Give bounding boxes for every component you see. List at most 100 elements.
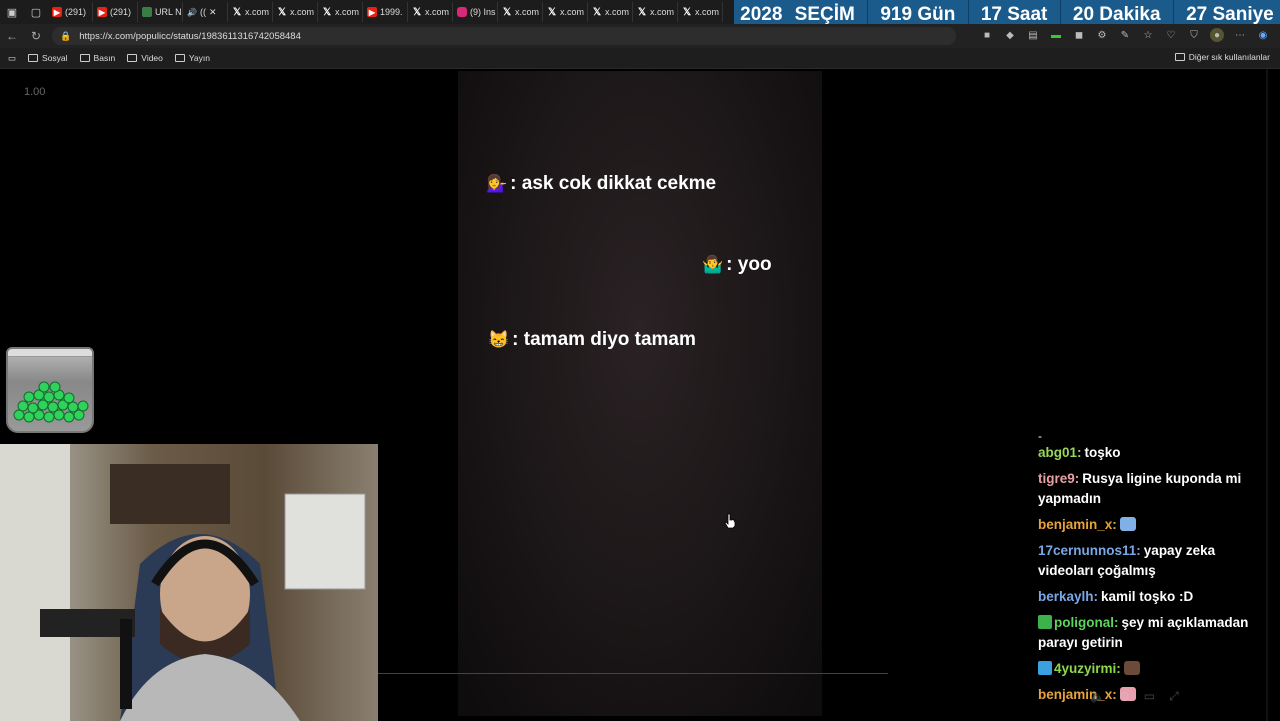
browser-tab[interactable]: 𝕏x.com	[678, 2, 723, 22]
chat-message: abg01: toşko	[1038, 445, 1121, 460]
folder-icon	[1174, 53, 1185, 61]
browser-tab[interactable]: 𝕏x.com	[543, 2, 588, 22]
bookmark-folder[interactable]: Sosyal	[28, 53, 68, 63]
browser-tab[interactable]: 𝕏x.com	[498, 2, 543, 22]
extension-icon[interactable]: ◼	[1072, 28, 1086, 42]
close-tab-icon[interactable]: ✕	[209, 7, 217, 18]
chat-username[interactable]: 17cernunnos11:	[1038, 543, 1141, 558]
workspaces-icon[interactable]: ▣	[0, 0, 24, 24]
banner-seconds: 27 Saniye	[1186, 3, 1274, 25]
browser-tab[interactable]: ▶ (291)	[93, 2, 138, 22]
browser-tab[interactable]: URL N	[138, 2, 183, 22]
banner-days: 919 Gün	[880, 3, 956, 25]
extension-icon[interactable]: ✎	[1118, 28, 1132, 42]
chat-message: tigre9: Rusya ligine kuponda mi yapmadın	[1038, 471, 1242, 506]
chat-truncated-line: -	[1038, 429, 1042, 443]
video-caption: 😸: tamam diyo tamam	[488, 329, 696, 350]
x-icon: 𝕏	[502, 6, 512, 18]
chat-username[interactable]: benjamin_x:	[1038, 517, 1117, 532]
browser-tab[interactable]: 𝕏x.com	[318, 2, 363, 22]
other-favorites[interactable]: Diğer sık kullanılanlar	[1174, 52, 1270, 62]
picture-in-picture-icon[interactable]: ▭	[1144, 689, 1155, 704]
heart-icon[interactable]: ♡	[1164, 28, 1178, 42]
extension-icon[interactable]: ⚙	[1095, 28, 1109, 42]
banner-minutes: 20 Dakika	[1072, 3, 1161, 25]
chat-message: 4yuzyirmi:	[1038, 659, 1270, 679]
x-icon: 𝕏	[232, 6, 242, 18]
banner-event: SEÇİM	[794, 3, 855, 25]
x-icon: 𝕏	[277, 6, 287, 18]
bookmark-folder[interactable]: Yayın	[174, 53, 210, 63]
avatar[interactable]: ●	[1210, 28, 1224, 42]
banner-year: 2028	[740, 3, 783, 25]
x-icon: 𝕏	[637, 6, 647, 18]
chat-username[interactable]: 4yuzyirmi:	[1054, 661, 1121, 676]
browser-tab[interactable]: 𝕏x.com	[273, 2, 318, 22]
extension-icon[interactable]: ◆	[1003, 28, 1017, 42]
jar-lid	[8, 349, 92, 357]
browser-tab[interactable]: 𝕏x.com	[588, 2, 633, 22]
more-icon[interactable]: ⋯	[1233, 28, 1247, 42]
settings-icon[interactable]: ⚙	[1119, 689, 1130, 704]
refresh-icon[interactable]: ↻	[24, 24, 48, 48]
youtube-icon: ▶	[367, 7, 377, 17]
browser-tab[interactable]: ▶ (291)	[48, 2, 93, 22]
address-toolbar: ← ↻ 🔒 https://x.com/populicc/status/1983…	[0, 24, 1280, 48]
x-icon: 𝕏	[412, 6, 422, 18]
tab-actions-icon[interactable]: ▢	[24, 0, 48, 24]
grinning-cat-emoji: 😸	[488, 330, 510, 349]
chat-username[interactable]: poligonal:	[1054, 615, 1119, 630]
chat-username[interactable]: abg01:	[1038, 445, 1082, 460]
page-icon	[142, 7, 152, 17]
hand-cursor-icon	[724, 513, 736, 529]
chat-message: berkaylh: kamil toşko :D	[1038, 589, 1194, 604]
face-emote-icon	[1123, 661, 1140, 675]
x-icon: 𝕏	[322, 6, 332, 18]
video-caption: 🤷‍♂️: yoo	[702, 254, 772, 275]
fullscreen-icon[interactable]: ⤢	[1169, 689, 1179, 704]
chat-message: 17cernunnos11: yapay zeka videoları çoğal…	[1038, 543, 1216, 578]
chat-message: poligonal: şey mi açıklamadan parayı geti…	[1038, 615, 1249, 650]
folder-icon	[79, 54, 90, 62]
toolbar-icons: ■ ◆ ▤ ▬ ◼ ⚙ ✎ ☆ ♡ ⛉ ● ⋯ ◉	[980, 28, 1270, 42]
address-field[interactable]: 🔒 https://x.com/populicc/status/19836113…	[52, 27, 956, 45]
bookmark-folder[interactable]: Video	[127, 53, 163, 63]
favorites-icon[interactable]: ☆	[1141, 28, 1155, 42]
x-icon: 𝕏	[592, 6, 602, 18]
subscriber-badge-icon	[1038, 615, 1052, 629]
back-icon[interactable]: ←	[0, 24, 24, 48]
browser-tab[interactable]: 𝕏x.com	[633, 2, 678, 22]
divider	[1266, 69, 1268, 721]
butterfly-emote-icon	[1119, 517, 1136, 531]
video-caption: 💁‍♀️: ask cok dikkat cekme	[486, 173, 717, 194]
extension-icon[interactable]: ▬	[1049, 28, 1063, 42]
browser-tab[interactable]: ▶ 1999.	[363, 2, 408, 22]
volume-icon[interactable]: 🔈	[1090, 689, 1105, 704]
extension-icon[interactable]: ▤	[1026, 28, 1040, 42]
video-controls: 🔈 ⚙ ▭ ⤢	[1090, 689, 1179, 704]
browser-tab-active[interactable]: 🔊((✕	[183, 2, 228, 22]
video-player[interactable]: 💁‍♀️: ask cok dikkat cekme 🤷‍♂️: yoo 😸: …	[458, 71, 822, 716]
lock-icon: 🔒	[60, 30, 72, 41]
shield-icon[interactable]: ⛉	[1187, 28, 1201, 42]
copilot-icon[interactable]: ◉	[1256, 28, 1270, 42]
chat-message: benjamin_x:	[1038, 515, 1270, 535]
youtube-icon: ▶	[52, 7, 62, 17]
video-progress-bar[interactable]	[378, 673, 888, 674]
bookmark-folder[interactable]: Basın	[79, 53, 115, 63]
page-content: 1.00 💁‍♀️: ask cok dikkat cekme 🤷‍♂️: yo…	[0, 68, 1280, 721]
folder-icon	[174, 54, 185, 62]
man-shrugging-emoji: 🤷‍♂️	[702, 255, 724, 274]
zoom-readout: 1.00	[24, 86, 46, 98]
chat-username[interactable]: tigre9:	[1038, 471, 1079, 486]
chat-username[interactable]: berkaylh:	[1038, 589, 1098, 604]
browser-tab[interactable]: (9) Ins	[453, 2, 498, 22]
streamer-figure	[0, 444, 366, 721]
folder-icon	[28, 54, 39, 62]
extension-icon[interactable]: ■	[980, 28, 994, 42]
reading-list-icon[interactable]: ▭	[8, 53, 16, 64]
folder-icon	[127, 54, 138, 62]
x-icon: 𝕏	[682, 6, 692, 18]
browser-tab[interactable]: 𝕏x.com	[408, 2, 453, 22]
browser-tab[interactable]: 𝕏x.com	[228, 2, 273, 22]
